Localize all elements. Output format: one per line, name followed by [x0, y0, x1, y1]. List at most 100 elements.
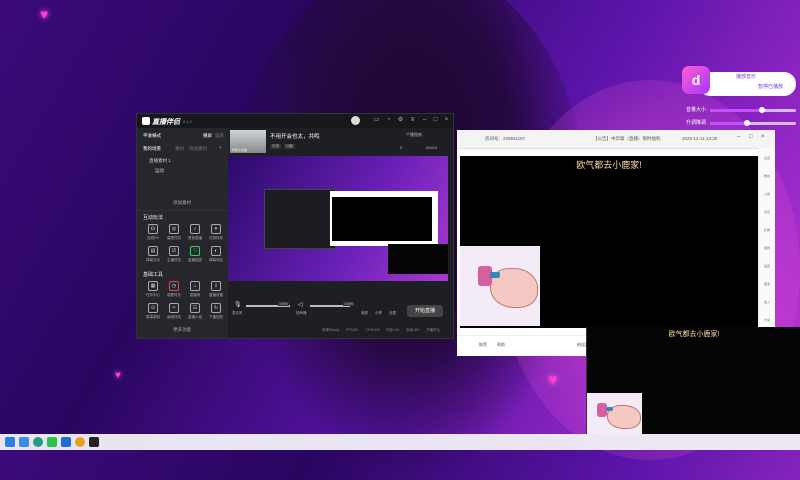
tool-star-task[interactable]: ◎ 星图任务: [167, 224, 181, 246]
tool-replay[interactable]: ↻ 下播回放: [209, 303, 223, 325]
tool-live-settings[interactable]: ⇩ 直播设置: [209, 281, 223, 303]
stream-title[interactable]: 不用开会也太，共鸣: [270, 132, 320, 140]
tool-effects[interactable]: ✧ 画面特效: [167, 303, 181, 325]
rt-tool[interactable]: 加入: [763, 300, 771, 304]
tool-screen-record[interactable]: ⊙ 屏幕录制: [146, 303, 160, 325]
rt-tool[interactable]: 连线: [763, 246, 771, 250]
message-icon[interactable]: ▭: [373, 117, 380, 124]
tool-watch-time[interactable]: ◷ 观看时长: [167, 281, 181, 303]
footer-button[interactable]: 推荐: [479, 342, 487, 348]
room-notice-tab[interactable]: 【公告】中华版（直播）限时福利: [593, 136, 661, 142]
status-bar: 码率(Kbps) FPS:30 CPU:2% 内存:1% 丢帧:0% 开播时长: [228, 325, 453, 337]
tool-label: 屏幕录制: [146, 315, 160, 319]
scene-item[interactable]: 直播素材 1: [149, 158, 171, 164]
room-id: 房间号：228931197: [485, 136, 526, 141]
add-scene-icon[interactable]: +: [219, 145, 222, 150]
rt-tool[interactable]: 分享: [763, 318, 771, 322]
rt-tool[interactable]: 公告: [763, 192, 771, 196]
guide-link[interactable]: 个播指南: [406, 132, 422, 138]
tab-add-material[interactable]: 添加素材: [189, 146, 207, 152]
search-icon[interactable]: [19, 437, 29, 447]
browser-icon[interactable]: [75, 437, 85, 447]
speaker-icon[interactable]: ◁: [298, 301, 303, 308]
maximize-icon[interactable]: □: [749, 134, 753, 140]
room-video[interactable]: 欧气都去小鹿家!: [460, 156, 758, 328]
close-icon[interactable]: ×: [443, 117, 450, 124]
edge-icon[interactable]: [33, 437, 43, 447]
slider-knob[interactable]: [759, 107, 766, 113]
header-tag-func[interactable]: 功能: [284, 144, 295, 149]
hand-image: [587, 393, 642, 434]
header-tag-online[interactable]: 在线: [270, 144, 281, 149]
nested-mini: [388, 244, 448, 274]
tab-my-scenes[interactable]: 我的场景: [143, 146, 161, 152]
music-logo-icon[interactable]: d: [682, 66, 710, 94]
widget-play-label[interactable]: 播放音乐: [736, 73, 756, 80]
tool-gift-fx[interactable]: ✦ 礼物特效: [209, 224, 223, 246]
rt-tool[interactable]: 主页: [763, 156, 771, 160]
store-icon[interactable]: [61, 437, 71, 447]
stream-preview[interactable]: [228, 156, 448, 281]
tool-label: 直播设置: [209, 293, 223, 297]
minimize-icon[interactable]: –: [737, 134, 740, 140]
tool-pk[interactable]: ☊ 连线PK: [146, 224, 160, 246]
music-widget: d 播放音乐 暂停已播放 音量大小 升调降调: [680, 66, 800, 136]
tool-label: 下播回放: [209, 315, 223, 319]
bottle-cap: [606, 407, 613, 411]
close-icon[interactable]: ×: [761, 134, 765, 140]
pitch-slider[interactable]: 升调降调: [680, 119, 800, 127]
pk-icon: ☊: [148, 224, 158, 234]
tool-live-room[interactable]: ⌂ 直播间: [188, 281, 202, 303]
download-icon: ⇩: [211, 281, 221, 291]
interact-section-title: 互动玩法: [143, 215, 164, 221]
rt-tool[interactable]: 礼物: [763, 228, 771, 232]
settings-button[interactable]: 设置: [389, 311, 396, 316]
footer-button[interactable]: 帮助: [497, 342, 505, 348]
mic-icon[interactable]: 🎙: [234, 301, 242, 308]
rt-tool[interactable]: 设置: [763, 264, 771, 268]
beauty-button[interactable]: 美颜: [361, 311, 368, 316]
gift-icon: ✦: [211, 224, 221, 234]
live-icon[interactable]: [89, 437, 99, 447]
tab-portrait[interactable]: 竖屏: [215, 133, 224, 139]
slider-track[interactable]: [710, 120, 796, 126]
more-tools-link[interactable]: 更多功能: [173, 327, 191, 333]
tool-task-center[interactable]: ▦ 任务中心: [146, 281, 160, 303]
wechat-icon[interactable]: [47, 437, 57, 447]
slider-track[interactable]: [710, 107, 796, 113]
mini-overlay-window[interactable]: 欧气都去小鹿家!: [586, 327, 800, 434]
volume-slider[interactable]: 音量大小: [680, 106, 800, 114]
tab-landscape[interactable]: 横屏: [203, 133, 212, 139]
stream-header: 抖音小主播 不用开会也太，共鸣 在线 功能 个播指南 0 26424: [228, 128, 453, 156]
avatar-icon[interactable]: [351, 116, 360, 125]
tool-anchor-task[interactable]: ☑ 主播任务: [167, 246, 181, 268]
tool-label: 直播抽奖: [188, 258, 202, 262]
slider-knob[interactable]: [743, 120, 750, 126]
tool-group[interactable]: ☷ 直播小组: [188, 303, 202, 325]
stream-cover[interactable]: 抖音小主播: [230, 130, 266, 153]
tool-goods[interactable]: ◐ 弹幕商品: [209, 246, 223, 268]
record-icon: ⊙: [148, 303, 158, 313]
rt-tool[interactable]: 粉丝: [763, 174, 771, 178]
minimize-icon[interactable]: –: [421, 117, 428, 124]
rt-tool[interactable]: 评论: [763, 210, 771, 214]
tool-lottery[interactable]: ♡ 直播抽奖: [188, 246, 202, 268]
goods-icon: ◐: [211, 246, 221, 256]
slider-label: 升调降调: [686, 120, 707, 126]
start-icon[interactable]: [5, 437, 15, 447]
share-button[interactable]: 分享: [375, 311, 382, 316]
start-live-button[interactable]: 开始直播: [407, 305, 443, 317]
source-item[interactable]: 运动: [155, 168, 164, 174]
tool-voice[interactable]: ♪ 语音直播: [188, 224, 202, 246]
tool-danmaku[interactable]: ▤ 弹幕互动: [146, 246, 160, 268]
cover-label: 抖音小主播: [232, 148, 248, 152]
support-icon[interactable]: ◔: [385, 117, 392, 124]
tab-materials[interactable]: 素材: [175, 146, 184, 152]
menu-icon[interactable]: ≡: [409, 117, 416, 124]
settings-icon[interactable]: ⚙: [397, 117, 404, 124]
add-source-button[interactable]: 添加素材: [173, 200, 191, 206]
widget-pause-label[interactable]: 暂停已播放: [758, 83, 783, 90]
maximize-icon[interactable]: □: [432, 117, 439, 124]
scene-group-select[interactable]: 平收横式: [143, 133, 161, 139]
rt-tool[interactable]: 更多: [763, 282, 771, 286]
